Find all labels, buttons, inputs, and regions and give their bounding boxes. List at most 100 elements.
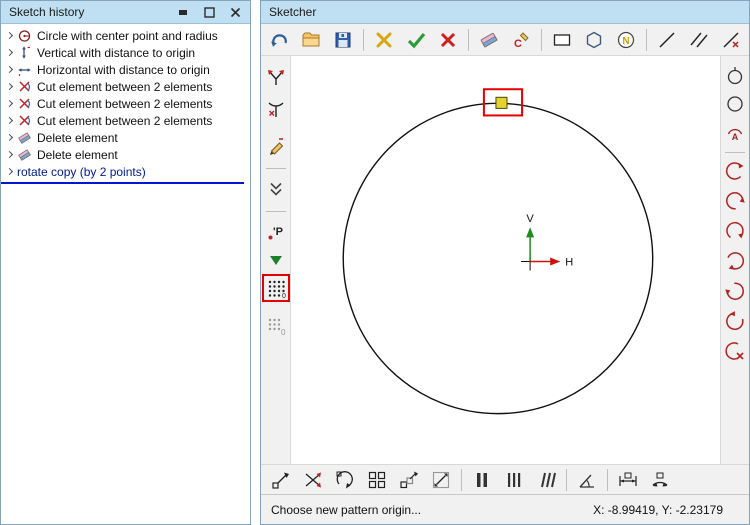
toolbar-separator bbox=[646, 28, 647, 51]
history-list: Circle with center point and radius Vert… bbox=[1, 24, 250, 184]
arc-rotated-220-icon[interactable] bbox=[723, 279, 747, 303]
history-item-label: Delete element bbox=[37, 147, 118, 162]
arc-rotated-300-icon[interactable] bbox=[723, 309, 747, 333]
status-message: Choose new pattern origin... bbox=[271, 502, 422, 517]
rotate-copy-icon[interactable] bbox=[333, 468, 357, 492]
history-item[interactable]: Cut element between 2 elements bbox=[1, 95, 250, 112]
sketcher-window: Sketcher C N 'P 0 0 V H A Choose new pat… bbox=[260, 0, 750, 525]
accept-icon[interactable] bbox=[404, 28, 428, 52]
history-item[interactable]: Delete element bbox=[1, 146, 250, 163]
expand-chevron-icon bbox=[5, 150, 14, 159]
eraser-icon[interactable] bbox=[477, 28, 501, 52]
rectangle-tool-icon[interactable] bbox=[550, 28, 574, 52]
trim-two-elements-icon[interactable] bbox=[264, 98, 288, 122]
cursor-coordinates: X: -8.99419, Y: -2.23179 bbox=[593, 502, 723, 517]
sketch-canvas[interactable]: V H bbox=[291, 56, 720, 464]
expand-chevron-icon bbox=[5, 116, 14, 125]
expand-chevron-icon bbox=[5, 133, 14, 142]
arc-rotated-80-icon[interactable] bbox=[723, 219, 747, 243]
svg-text:C: C bbox=[514, 38, 522, 50]
minimize-icon[interactable] bbox=[176, 5, 190, 19]
arc-rotated-160-icon[interactable] bbox=[723, 249, 747, 273]
move-origin-icon[interactable] bbox=[269, 468, 293, 492]
arc-delete-icon[interactable] bbox=[723, 339, 747, 363]
mirror-pattern-icon[interactable] bbox=[301, 468, 325, 492]
history-item[interactable]: Vertical with distance to origin bbox=[1, 44, 250, 61]
sketch-history-title: Sketch history bbox=[9, 5, 85, 19]
undo-icon[interactable] bbox=[267, 28, 291, 52]
polygon-tool-icon[interactable] bbox=[582, 28, 606, 52]
insert-pattern-icon[interactable] bbox=[264, 248, 288, 272]
toolbar-separator bbox=[363, 28, 364, 51]
line-tool-icon[interactable] bbox=[655, 28, 679, 52]
sketch-history-titlebar[interactable]: Sketch history bbox=[1, 1, 250, 24]
pattern-origin-icon[interactable]: 'P bbox=[264, 220, 288, 244]
toolbar-separator bbox=[265, 168, 286, 169]
history-item[interactable]: Delete element bbox=[1, 129, 250, 146]
rectangular-pattern-icon[interactable]: 0 bbox=[261, 274, 290, 302]
pattern-origin-marker[interactable] bbox=[495, 96, 508, 109]
linear-dimension-icon[interactable] bbox=[616, 468, 640, 492]
arc-ccw-icon[interactable] bbox=[723, 159, 747, 183]
horizontal-distance-icon bbox=[17, 62, 32, 77]
history-item[interactable]: Horizontal with distance to origin bbox=[1, 61, 250, 78]
expand-chevron-icon bbox=[5, 99, 14, 108]
collapse-chevrons-icon[interactable] bbox=[264, 177, 288, 201]
svg-text:'P: 'P bbox=[273, 226, 283, 238]
spacing-slant-icon[interactable] bbox=[534, 468, 558, 492]
circle-tangent-icon[interactable] bbox=[723, 64, 747, 88]
save-icon[interactable] bbox=[331, 28, 355, 52]
history-item-label: Vertical with distance to origin bbox=[37, 45, 196, 60]
history-item-active[interactable]: rotate copy (by 2 points) bbox=[1, 163, 250, 180]
svg-text:A: A bbox=[732, 132, 739, 142]
construction-line-icon[interactable] bbox=[719, 28, 743, 52]
canvas-drawing: V H bbox=[342, 88, 654, 415]
expand-chevron-icon bbox=[5, 167, 14, 176]
angular-spacing-icon[interactable] bbox=[575, 468, 599, 492]
history-item-label: Delete element bbox=[37, 130, 118, 145]
toolbar-separator bbox=[461, 468, 462, 491]
history-item[interactable]: Cut element between 2 elements bbox=[1, 78, 250, 95]
sketcher-titlebar[interactable]: Sketcher bbox=[261, 1, 749, 24]
sketch-history-window: Sketch history Circle with center point … bbox=[0, 0, 251, 525]
v-axis-label: V bbox=[526, 213, 534, 225]
history-item[interactable]: Cut element between 2 elements bbox=[1, 112, 250, 129]
spacing-three-icon[interactable] bbox=[502, 468, 526, 492]
status-bar: Choose new pattern origin... X: -8.99419… bbox=[261, 494, 749, 524]
maximize-icon[interactable] bbox=[202, 5, 216, 19]
change-style-icon[interactable]: C bbox=[509, 28, 533, 52]
active-item-underline bbox=[1, 182, 244, 184]
history-item-label: Cut element between 2 elements bbox=[37, 96, 213, 111]
toolbar-separator bbox=[468, 28, 469, 51]
translate-array-icon[interactable] bbox=[397, 468, 421, 492]
h-axis-label: H bbox=[565, 257, 573, 269]
cancel-icon[interactable] bbox=[436, 28, 460, 52]
modify-element-icon[interactable] bbox=[264, 134, 288, 158]
history-item-label: Circle with center point and radius bbox=[37, 28, 218, 43]
cut-element-icon bbox=[17, 96, 32, 111]
trim-intersection-icon[interactable] bbox=[264, 66, 288, 90]
expand-chevron-icon bbox=[5, 82, 14, 91]
parallel-lines-icon[interactable] bbox=[687, 28, 711, 52]
delete-element-icon bbox=[17, 130, 32, 145]
history-item-label: Cut element between 2 elements bbox=[37, 113, 213, 128]
svg-text:0: 0 bbox=[281, 328, 286, 337]
h-axis-arrow: H bbox=[530, 257, 573, 269]
scale-pattern-icon[interactable] bbox=[429, 468, 453, 492]
history-item[interactable]: Circle with center point and radius bbox=[1, 27, 250, 44]
delete-elements-icon[interactable] bbox=[372, 28, 396, 52]
spacing-two-icon[interactable] bbox=[470, 468, 494, 492]
arc-dimension-icon[interactable] bbox=[648, 468, 672, 492]
bottom-toolbar bbox=[261, 464, 749, 494]
arc-rotated-40-icon[interactable] bbox=[723, 189, 747, 213]
rectangular-array-icon[interactable] bbox=[365, 468, 389, 492]
v-axis-arrow: V bbox=[526, 213, 534, 262]
circle-icon[interactable] bbox=[723, 92, 747, 116]
arc-angle-icon[interactable]: A bbox=[723, 120, 747, 144]
right-toolbar: A bbox=[720, 56, 749, 464]
pattern-zero-icon[interactable]: 0 bbox=[264, 314, 288, 338]
sketch-circle[interactable] bbox=[342, 102, 654, 415]
close-icon[interactable] bbox=[228, 5, 242, 19]
open-folder-icon[interactable] bbox=[299, 28, 323, 52]
point-number-icon[interactable]: N bbox=[614, 28, 638, 52]
